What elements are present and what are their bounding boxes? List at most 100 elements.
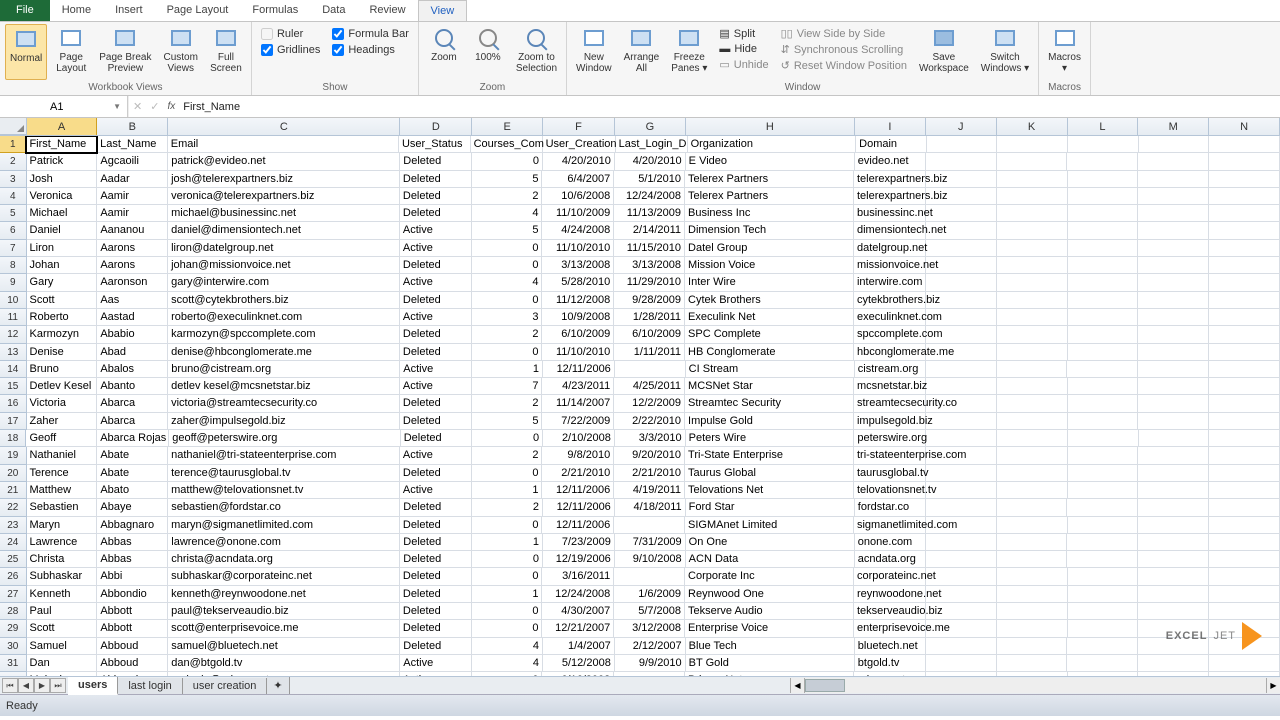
cell[interactable] — [1138, 638, 1209, 655]
row-header[interactable]: 31 — [0, 655, 27, 672]
cell[interactable]: primusnet.me — [854, 672, 926, 676]
cell[interactable]: samuel@bluetech.net — [168, 638, 400, 655]
cell[interactable]: streamtecsecurity.co — [854, 395, 926, 412]
cell[interactable]: Ford Star — [686, 499, 855, 516]
cell[interactable]: 6/10/2009 — [542, 326, 614, 343]
tab-view[interactable]: View — [418, 0, 468, 21]
cell[interactable] — [997, 395, 1068, 412]
cell[interactable]: 10/6/2008 — [542, 188, 614, 205]
cell[interactable] — [927, 136, 998, 153]
cell[interactable]: 6/4/2007 — [542, 171, 614, 188]
cell[interactable]: 4/19/2011 — [614, 482, 685, 499]
cell[interactable] — [1209, 655, 1280, 672]
cell[interactable]: Deleted — [400, 620, 472, 637]
row-header[interactable]: 2 — [0, 153, 27, 170]
cell[interactable]: 2 — [472, 499, 543, 516]
row-header[interactable]: 14 — [0, 361, 27, 378]
cell[interactable] — [1209, 499, 1280, 516]
cell[interactable]: 4/20/2010 — [615, 153, 686, 170]
row-header[interactable]: 4 — [0, 188, 27, 205]
cell[interactable]: Abarca — [97, 413, 168, 430]
cell[interactable]: 0 — [472, 551, 543, 568]
row-header[interactable]: 27 — [0, 586, 27, 603]
cell[interactable]: 3/12/2008 — [614, 620, 685, 637]
cell[interactable] — [1209, 534, 1280, 551]
cell[interactable] — [997, 136, 1068, 153]
cell[interactable]: Deleted — [400, 188, 472, 205]
cell[interactable]: enterprisevoice.me — [854, 620, 926, 637]
cell[interactable]: Cytek Brothers — [685, 292, 854, 309]
cell[interactable]: 9/8/2010 — [542, 447, 614, 464]
cell[interactable]: Lawrence — [27, 534, 98, 551]
cell[interactable]: cistream.org — [855, 361, 926, 378]
cell[interactable] — [1209, 222, 1280, 239]
page-layout-button[interactable]: Page Layout — [51, 24, 91, 80]
cell[interactable]: bruno@cistream.org — [168, 361, 400, 378]
full-screen-button[interactable]: Full Screen — [206, 24, 246, 80]
cell[interactable] — [1138, 534, 1209, 551]
cell[interactable]: 0 — [472, 292, 543, 309]
cell[interactable]: 3/16/2011 — [542, 568, 614, 585]
cell[interactable] — [997, 465, 1068, 482]
cell[interactable]: 5/1/2010 — [614, 171, 685, 188]
cell[interactable] — [614, 568, 685, 585]
cell[interactable] — [1067, 534, 1138, 551]
cell[interactable] — [1209, 257, 1280, 274]
column-header-L[interactable]: L — [1068, 118, 1139, 135]
cell[interactable] — [997, 292, 1068, 309]
row-header[interactable]: 22 — [0, 499, 27, 516]
cell[interactable]: Ababio — [97, 326, 168, 343]
cell[interactable]: Abato — [97, 482, 168, 499]
cell[interactable]: Deleted — [400, 413, 472, 430]
cell[interactable] — [1209, 274, 1280, 291]
cell[interactable]: 12/21/2007 — [542, 620, 614, 637]
cell[interactable]: Active — [400, 482, 472, 499]
cell[interactable] — [926, 447, 997, 464]
cell[interactable] — [997, 274, 1068, 291]
row-header[interactable]: 7 — [0, 240, 27, 257]
custom-views-button[interactable]: Custom Views — [160, 24, 202, 80]
cell[interactable] — [1068, 309, 1139, 326]
sheet-nav-prev[interactable]: ◀ — [18, 678, 34, 693]
hide-button[interactable]: ▬ Hide — [717, 42, 770, 56]
cell[interactable] — [926, 672, 997, 676]
cell[interactable]: Melanie — [27, 672, 98, 676]
cell[interactable]: execulinknet.com — [854, 309, 926, 326]
cell[interactable]: 1/11/2011 — [614, 344, 685, 361]
cell[interactable]: tekserveaudio.biz — [854, 603, 926, 620]
column-header-A[interactable]: A — [27, 118, 98, 135]
cell[interactable]: Christa — [27, 551, 98, 568]
sheet-tab-users[interactable]: users — [68, 677, 118, 695]
cell[interactable] — [997, 326, 1068, 343]
cell[interactable] — [1138, 257, 1209, 274]
cell[interactable]: 11/10/2010 — [542, 240, 614, 257]
cell[interactable]: Deleted — [400, 465, 472, 482]
cell[interactable]: 4/30/2007 — [542, 603, 614, 620]
cell[interactable]: Deleted — [400, 395, 472, 412]
cell[interactable]: 4/18/2011 — [615, 499, 686, 516]
row-header[interactable]: 11 — [0, 309, 27, 326]
arrange-all-button[interactable]: Arrange All — [620, 24, 664, 80]
cell[interactable]: 4 — [472, 638, 543, 655]
cell[interactable] — [1067, 655, 1138, 672]
cell[interactable]: Aamir — [97, 205, 168, 222]
cell[interactable] — [997, 153, 1068, 170]
cell[interactable] — [1138, 205, 1209, 222]
cell[interactable]: 9/10/2008 — [615, 551, 686, 568]
cell[interactable] — [997, 257, 1068, 274]
cell[interactable]: Terence — [27, 465, 98, 482]
cell[interactable] — [926, 430, 997, 447]
cell[interactable]: Patrick — [27, 153, 98, 170]
cell[interactable]: Abarca — [97, 395, 168, 412]
tab-review[interactable]: Review — [357, 0, 417, 21]
cell[interactable]: telerexpartners.biz — [854, 188, 926, 205]
cell[interactable]: 4/20/2010 — [543, 153, 615, 170]
zoom-button[interactable]: Zoom — [424, 24, 464, 80]
cell[interactable] — [1209, 672, 1280, 676]
cell[interactable]: ACN Data — [686, 551, 855, 568]
cell[interactable]: telerexpartners.biz — [854, 171, 926, 188]
cell[interactable]: Abboud — [97, 655, 168, 672]
cell[interactable]: Enterprise Voice — [685, 620, 854, 637]
cell[interactable]: 0 — [472, 344, 543, 361]
cell[interactable]: Abbott — [97, 620, 168, 637]
